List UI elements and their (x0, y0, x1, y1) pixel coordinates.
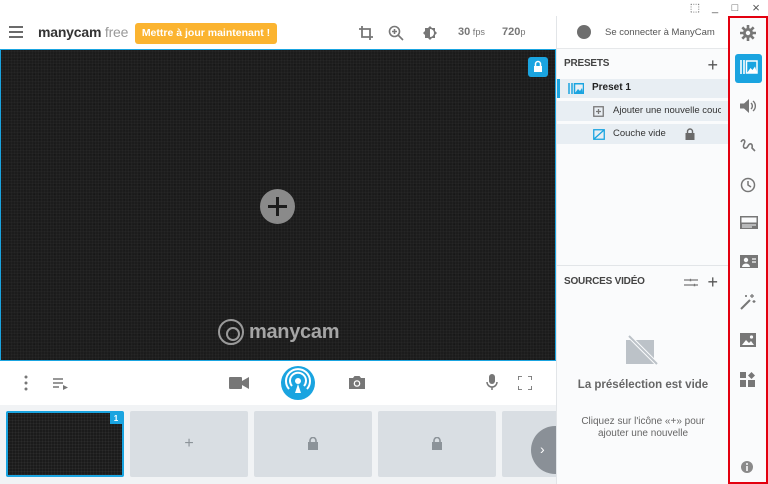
manycam-window: ⬚ _ □ × manycam free Mettre à jour maint… (0, 0, 768, 484)
manycam-logo-icon (218, 319, 244, 345)
video-sources-title: SOURCES VIDÉO (564, 276, 645, 287)
add-layer-label: Ajouter une nouvelle couche (613, 105, 721, 116)
preset-name: Preset 1 (592, 82, 631, 93)
close-button[interactable]: × (749, 1, 763, 15)
source-settings-icon[interactable] (684, 278, 698, 287)
drawing-icon[interactable] (735, 132, 762, 161)
top-toolbar: manycam free Mettre à jour maintenant ! … (0, 16, 556, 49)
watermark-text: manycam (249, 320, 340, 343)
add-video-source-button[interactable]: + (707, 273, 718, 291)
resolution-value: 720 (502, 26, 521, 38)
preset-item-1[interactable]: Preset 1 (557, 79, 729, 98)
add-layer-row[interactable]: Ajouter une nouvelle couche (557, 101, 729, 121)
chevron-right-icon: › (540, 441, 545, 457)
broadcast-button[interactable] (281, 366, 315, 400)
preset-number-badge: 1 (110, 413, 122, 424)
layer-image-icon (593, 129, 605, 140)
add-source-button[interactable] (260, 189, 295, 224)
audio-icon[interactable] (735, 93, 762, 122)
lock-icon (308, 437, 318, 450)
preset-thumbnail-1[interactable]: 1 (6, 411, 124, 477)
chroma-key-icon[interactable] (735, 249, 762, 278)
clock-icon[interactable] (735, 171, 762, 200)
widgets-icon[interactable] (735, 366, 762, 395)
sign-in-link[interactable]: Se connecter à ManyCam (605, 27, 715, 38)
microphone-icon[interactable] (486, 374, 498, 396)
info-icon[interactable] (735, 454, 762, 483)
presets-panel: Se connecter à ManyCam PRESETS + Preset … (556, 16, 729, 484)
video-camera-icon[interactable] (229, 376, 249, 395)
lock-icon (432, 437, 442, 450)
zoom-icon[interactable] (388, 25, 404, 41)
add-preset-slot[interactable]: + (130, 411, 248, 477)
fullscreen-icon[interactable] (517, 375, 533, 395)
video-preview[interactable]: manycam (0, 49, 556, 361)
empty-layer-row[interactable]: Couche vide (557, 124, 729, 144)
more-options-icon[interactable] (23, 375, 29, 396)
fps-unit: fps (470, 27, 486, 37)
lower-thirds-icon[interactable] (735, 210, 762, 239)
window-titlebar: ⬚ _ □ × (0, 0, 768, 16)
logo-main: manycam (38, 24, 102, 40)
fps-selector[interactable]: 30 fps (458, 26, 485, 38)
add-layer-icon (593, 106, 604, 117)
gear-icon[interactable] (735, 19, 762, 48)
presets-icon[interactable] (735, 54, 762, 83)
user-icon (577, 25, 591, 39)
image-icon[interactable] (735, 327, 762, 356)
logo-free: free (101, 24, 129, 40)
playlist-icon[interactable] (53, 377, 69, 395)
locked-preset-slot[interactable] (378, 411, 496, 477)
control-bar (0, 361, 556, 405)
snap-icon[interactable]: ⬚ (688, 1, 702, 15)
minimize-button[interactable]: _ (708, 1, 722, 15)
resolution-unit: p (520, 27, 526, 37)
empty-presets-description: Cliquez sur l'icône «+» pour ajouter une… (581, 416, 705, 439)
manycam-watermark: manycam (218, 317, 339, 347)
menu-icon[interactable] (9, 26, 23, 38)
panel-divider (557, 265, 729, 266)
add-preset-button[interactable]: + (707, 56, 718, 74)
upgrade-button[interactable]: Mettre à jour maintenant ! (135, 23, 277, 44)
effects-wand-icon[interactable] (735, 288, 762, 317)
crop-icon[interactable] (358, 25, 374, 41)
resolution-selector[interactable]: 720p (502, 26, 525, 38)
lock-icon[interactable] (528, 57, 548, 77)
presets-strip: 1 + › (0, 405, 556, 484)
app-logo: manycam free (38, 24, 128, 40)
fps-value: 30 (458, 26, 471, 38)
maximize-button[interactable]: □ (728, 1, 742, 15)
snapshot-camera-icon[interactable] (348, 375, 366, 395)
presets-title: PRESETS (564, 58, 610, 69)
empty-layer-label: Couche vide (613, 128, 666, 139)
brightness-icon[interactable] (422, 25, 438, 41)
plus-icon: + (184, 435, 194, 452)
empty-presets-title: La présélection est vide (577, 379, 709, 391)
tools-sidebar (728, 16, 768, 484)
no-image-icon (626, 334, 660, 366)
locked-preset-slot[interactable] (254, 411, 372, 477)
lock-icon[interactable] (685, 128, 695, 140)
preset-icon (568, 83, 584, 94)
sign-in-bar[interactable]: Se connecter à ManyCam (557, 16, 729, 49)
